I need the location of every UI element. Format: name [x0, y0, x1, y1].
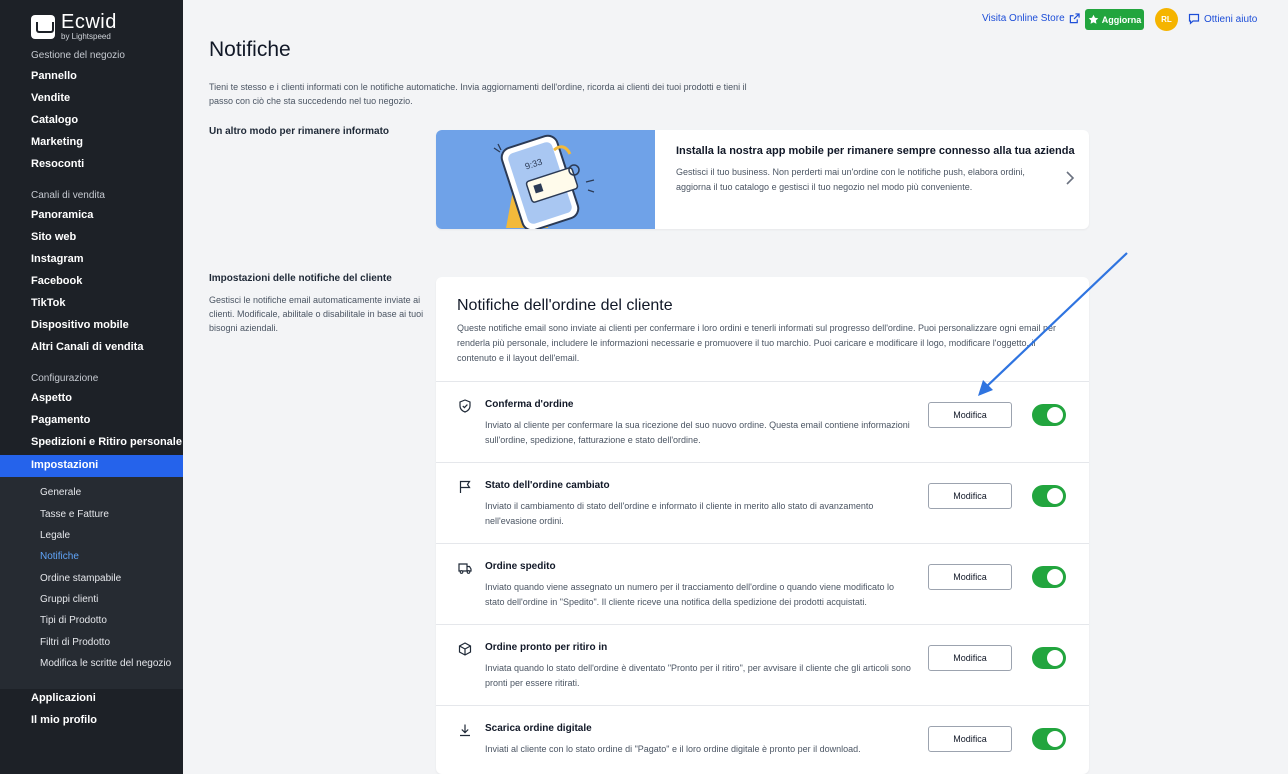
package-icon	[458, 642, 472, 656]
enable-toggle[interactable]	[1032, 485, 1066, 507]
notification-title: Ordine spedito	[485, 561, 556, 572]
get-help-label: Ottieni aiuto	[1204, 13, 1258, 25]
chevron-right-icon	[1066, 171, 1075, 185]
upgrade-label: Aggiorna	[1101, 14, 1142, 25]
visit-store-link[interactable]: Visita Online Store	[982, 13, 1080, 24]
notification-row-digital-download: Scarica ordine digitale Inviati al clien…	[436, 705, 1089, 774]
enable-toggle[interactable]	[1032, 728, 1066, 750]
notification-title: Ordine pronto per ritiro in	[485, 642, 608, 653]
edit-button[interactable]: Modifica	[928, 483, 1012, 509]
sidebar-item-mobile[interactable]: Dispositivo mobile	[31, 319, 129, 331]
edit-button[interactable]: Modifica	[928, 402, 1012, 428]
notification-row-ready-for-pickup: Ordine pronto per ritiro in Inviata quan…	[436, 624, 1089, 705]
enable-toggle[interactable]	[1032, 566, 1066, 588]
card-description: Queste notifiche email sono inviate ai c…	[457, 323, 1057, 363]
logo-name: Ecwid	[61, 11, 117, 33]
notification-description: Inviato il cambiamento di stato dell'ord…	[485, 501, 874, 526]
visit-store-label: Visita Online Store	[982, 13, 1065, 24]
phone-illustration: 9:33	[436, 130, 655, 229]
page-title: Notifiche	[209, 38, 291, 61]
sidebar-item-apps[interactable]: Applicazioni	[31, 692, 96, 704]
ecwid-logo[interactable]: Ecwid by Lightspeed	[31, 12, 117, 41]
chat-icon	[1188, 13, 1200, 25]
notification-title: Conferma d'ordine	[485, 399, 574, 410]
card-title: Notifiche dell'ordine del cliente	[457, 297, 673, 314]
banner-title: Installa la nostra app mobile per rimane…	[676, 145, 1075, 157]
sidebar-item-shipping[interactable]: Spedizioni e Ritiro personale	[31, 436, 182, 448]
cart-logo-icon	[31, 14, 55, 39]
shield-check-icon	[459, 399, 471, 413]
page-description: Tieni te stesso e i clienti informati co…	[209, 82, 747, 106]
flag-icon	[459, 480, 471, 493]
submenu-item-customer-groups[interactable]: Gruppi clienti	[40, 594, 98, 605]
sidebar-item-design[interactable]: Aspetto	[31, 392, 72, 404]
notification-description: Inviato al cliente per confermare la sua…	[485, 420, 910, 445]
notification-title: Stato dell'ordine cambiato	[485, 480, 610, 491]
enable-toggle[interactable]	[1032, 404, 1066, 426]
notification-description: Inviato quando viene assegnato un numero…	[485, 582, 894, 607]
sidebar-item-catalog[interactable]: Catalogo	[31, 114, 78, 126]
app-section-label: Un altro modo per rimanere informato	[209, 126, 390, 137]
sidebar: Ecwid by Lightspeed Gestione del negozio…	[0, 0, 183, 774]
sidebar-item-reports[interactable]: Resoconti	[31, 158, 84, 170]
sidebar-item-other-channels[interactable]: Altri Canali di vendita	[31, 341, 143, 353]
avatar[interactable]: RL	[1155, 8, 1178, 31]
download-icon	[460, 724, 470, 737]
sidebar-item-dashboard[interactable]: Pannello	[31, 70, 77, 82]
truck-icon	[458, 563, 472, 574]
notification-row-order-shipped: Ordine spedito Inviato quando viene asse…	[436, 543, 1089, 624]
submenu-item-notifications[interactable]: Notifiche	[40, 551, 79, 562]
submenu-item-legal[interactable]: Legale	[40, 530, 70, 541]
edit-button[interactable]: Modifica	[928, 726, 1012, 752]
section-store-management: Gestione del negozio	[31, 50, 125, 61]
submenu-item-edit-labels[interactable]: Modifica le scritte del negozio	[40, 658, 171, 669]
customer-section-description: Gestisci le notifiche email automaticame…	[209, 295, 424, 333]
edit-button[interactable]: Modifica	[928, 645, 1012, 671]
enable-toggle[interactable]	[1032, 647, 1066, 669]
sidebar-item-website[interactable]: Sito web	[31, 231, 76, 243]
notification-description: Inviata quando lo stato dell'ordine è di…	[485, 663, 911, 688]
submenu-item-general[interactable]: Generale	[40, 487, 81, 498]
section-configuration: Configurazione	[31, 373, 99, 384]
edit-button[interactable]: Modifica	[928, 564, 1012, 590]
notification-title: Scarica ordine digitale	[485, 723, 592, 734]
sidebar-item-tiktok[interactable]: TikTok	[31, 297, 65, 309]
sidebar-item-instagram[interactable]: Instagram	[31, 253, 84, 265]
submenu-item-taxes[interactable]: Tasse e Fatture	[40, 509, 109, 520]
customer-section-label: Impostazioni delle notifiche del cliente	[209, 273, 392, 284]
sidebar-item-facebook[interactable]: Facebook	[31, 275, 82, 287]
notification-row-status-changed: Stato dell'ordine cambiato Inviato il ca…	[436, 462, 1089, 543]
sidebar-item-payment[interactable]: Pagamento	[31, 414, 90, 426]
banner-description: Gestisci il tuo business. Non perderti m…	[676, 167, 1025, 192]
notification-description: Inviati al cliente con lo stato ordine d…	[485, 744, 861, 754]
mobile-app-banner[interactable]: 9:33 Installa la nostra app mobile per r…	[436, 130, 1089, 229]
star-icon	[1088, 14, 1099, 24]
logo-sub: by Lightspeed	[61, 32, 111, 41]
submenu-item-printable-order[interactable]: Ordine stampabile	[40, 573, 121, 584]
submenu-item-product-filters[interactable]: Filtri di Prodotto	[40, 637, 110, 648]
customer-notifications-card: Notifiche dell'ordine del cliente Queste…	[436, 277, 1089, 774]
sidebar-item-overview[interactable]: Panoramica	[31, 209, 93, 221]
get-help-link[interactable]: Ottieni aiuto	[1188, 13, 1257, 25]
submenu-item-product-types[interactable]: Tipi di Prodotto	[40, 615, 107, 626]
section-sales-channels: Canali di vendita	[31, 190, 105, 201]
notification-row-order-confirmation: Conferma d'ordine Inviato al cliente per…	[436, 381, 1089, 462]
sidebar-item-sales[interactable]: Vendite	[31, 92, 70, 104]
upgrade-button[interactable]: Aggiorna	[1085, 9, 1144, 30]
sidebar-item-profile[interactable]: Il mio profilo	[31, 714, 97, 726]
sidebar-item-marketing[interactable]: Marketing	[31, 136, 83, 148]
sidebar-item-settings[interactable]: Impostazioni	[31, 459, 98, 471]
external-link-icon	[1069, 13, 1080, 24]
